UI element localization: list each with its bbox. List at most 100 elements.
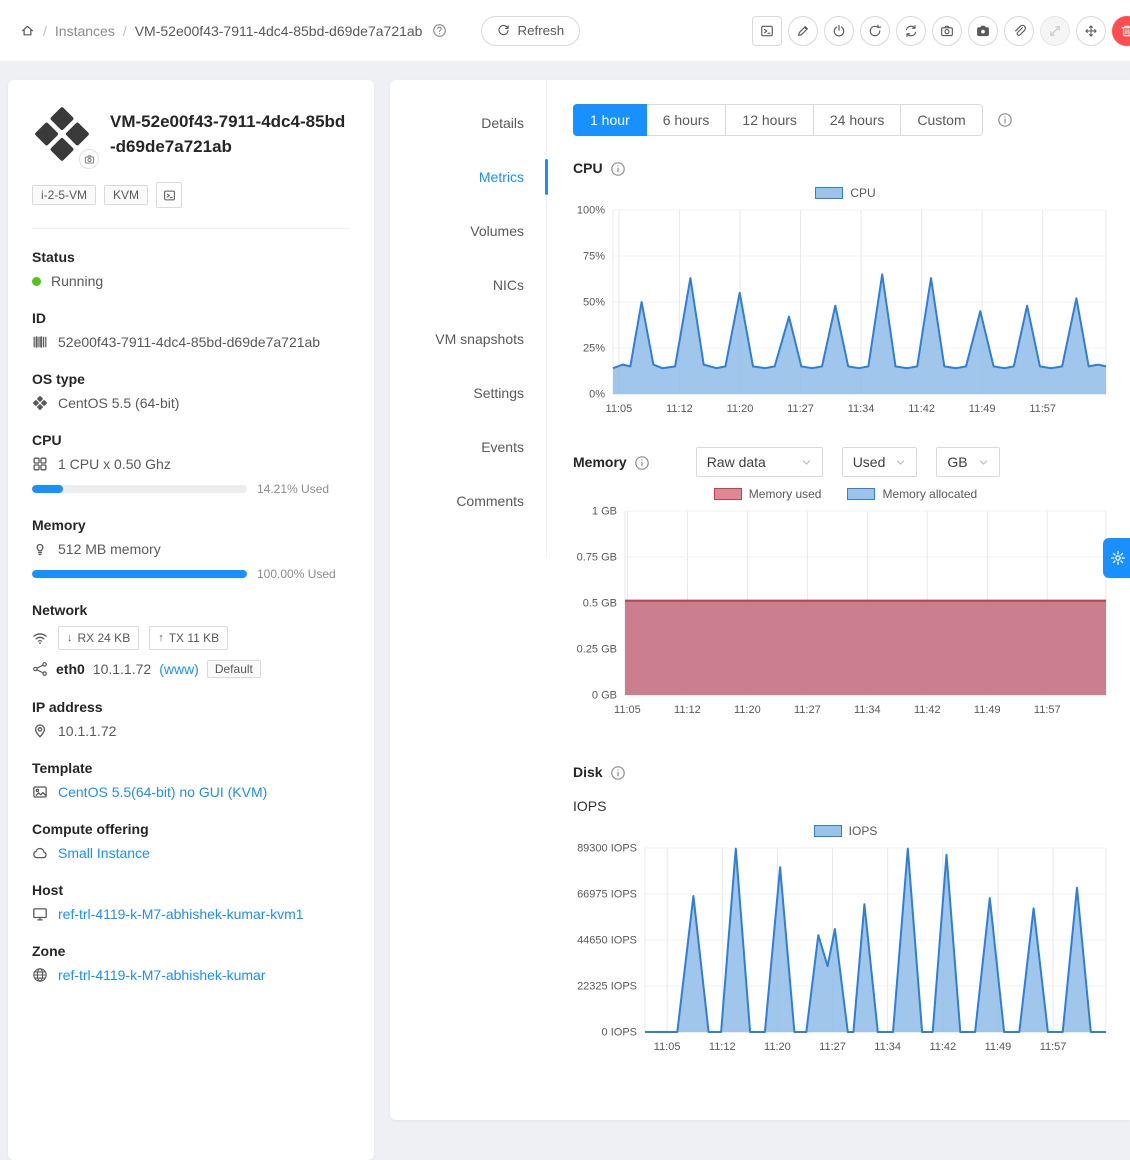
cpu-icon xyxy=(32,456,48,472)
rx-button[interactable]: ↓RX 24 KB xyxy=(58,626,139,650)
time-range-24-hours[interactable]: 24 hours xyxy=(813,104,901,136)
status-dot xyxy=(32,277,41,286)
rx-value: RX 24 KB xyxy=(78,631,131,645)
info-icon[interactable] xyxy=(610,765,625,780)
svg-text:11:20: 11:20 xyxy=(764,1041,791,1053)
svg-text:11:05: 11:05 xyxy=(606,403,633,415)
memory-chart-canvas: 0 GB0.25 GB0.5 GB0.75 GB1 GB11:0511:1211… xyxy=(573,503,1110,721)
console-icon xyxy=(163,189,176,202)
tab-details[interactable]: Details xyxy=(390,96,546,150)
view-console-button[interactable] xyxy=(752,16,782,46)
cloud-icon xyxy=(32,845,48,861)
svg-text:11:34: 11:34 xyxy=(848,403,875,415)
migrate-instance-button[interactable] xyxy=(1040,16,1070,46)
attach-iso-button[interactable] xyxy=(1004,16,1034,46)
memory-usage-label: 100.00% Used xyxy=(257,567,336,581)
take-snapshot-button[interactable] xyxy=(932,16,962,46)
info-icon[interactable] xyxy=(634,455,649,470)
action-toolbar xyxy=(752,16,1130,46)
time-range-custom[interactable]: Custom xyxy=(900,104,982,136)
question-circle-icon[interactable] xyxy=(432,23,447,38)
tx-button[interactable]: ↑TX 11 KB xyxy=(149,626,228,650)
theme-settings-button[interactable] xyxy=(1103,538,1130,578)
breadcrumb-separator: / xyxy=(123,23,127,39)
svg-text:0.5 GB: 0.5 GB xyxy=(583,598,617,610)
svg-text:25%: 25% xyxy=(583,343,605,355)
tab-volumes[interactable]: Volumes xyxy=(390,204,546,258)
cpu-chart: CPU0%25%50%75%100%11:0511:1211:2011:2711… xyxy=(573,186,1118,423)
memory-usage-bar xyxy=(32,570,247,578)
cpu-section: CPU CPU0%25%50%75%100%11:0511:1211:2011:… xyxy=(573,160,1118,423)
zone-link[interactable]: ref-trl-4119-k-M7-abhishek-kumar xyxy=(58,967,265,983)
cpu-usage-fill xyxy=(32,485,63,493)
time-range-12-hours[interactable]: 12 hours xyxy=(725,104,813,136)
svg-text:0.75 GB: 0.75 GB xyxy=(577,552,617,564)
network-link[interactable]: (www) xyxy=(159,661,199,677)
svg-text:11:27: 11:27 xyxy=(787,403,814,415)
host-link[interactable]: ref-trl-4119-k-M7-abhishek-kumar-kvm1 xyxy=(58,906,304,922)
reinstall-instance-button[interactable] xyxy=(896,16,926,46)
zone-label: Zone xyxy=(32,943,350,959)
ip-value: 10.1.1.72 xyxy=(58,723,116,739)
os-type-value: CentOS 5.5 (64-bit) xyxy=(58,395,179,411)
take-vm-snapshot-button[interactable] xyxy=(968,16,998,46)
stop-instance-button[interactable] xyxy=(824,16,854,46)
compute-offering-label: Compute offering xyxy=(32,821,350,837)
os-type-field: OS type CentOS 5.5 (64-bit) xyxy=(32,371,350,411)
time-range-group: 1 hour6 hours12 hours24 hoursCustom xyxy=(573,104,983,136)
tab-events[interactable]: Events xyxy=(390,420,546,474)
move-instance-button[interactable] xyxy=(1076,16,1106,46)
refresh-button[interactable]: Refresh xyxy=(481,16,580,46)
home-icon[interactable] xyxy=(20,23,35,38)
svg-text:11:42: 11:42 xyxy=(914,704,941,716)
breadcrumb-instances[interactable]: Instances xyxy=(55,23,115,39)
gear-icon xyxy=(1110,550,1126,566)
svg-text:75%: 75% xyxy=(583,251,605,263)
svg-text:11:42: 11:42 xyxy=(929,1041,956,1053)
svg-text:44650 IOPS: 44650 IOPS xyxy=(577,935,637,947)
chevron-down-icon xyxy=(978,457,989,468)
tab-nics[interactable]: NICs xyxy=(390,258,546,312)
reboot-instance-button[interactable] xyxy=(860,16,890,46)
cpu-usage-bar xyxy=(32,485,247,493)
memory-mode-select[interactable]: Used xyxy=(842,447,918,477)
svg-text:1 GB: 1 GB xyxy=(592,506,617,518)
tab-settings[interactable]: Settings xyxy=(390,366,546,420)
view-console-chip-button[interactable] xyxy=(156,182,182,208)
nic-name: eth0 xyxy=(56,661,85,677)
instance-summary-card: VM-52e00f43-7911-4dc4-85bd-d69de7a721ab … xyxy=(8,80,374,1160)
svg-text:11:57: 11:57 xyxy=(1034,704,1061,716)
desktop-icon xyxy=(32,906,48,922)
memory-metric-select[interactable]: Raw data xyxy=(696,447,823,477)
time-range-1-hour[interactable]: 1 hour xyxy=(573,104,647,136)
memory-unit-select[interactable]: GB xyxy=(936,447,999,477)
cpu-field: CPU 1 CPU x 0.50 Ghz 14.21% Used xyxy=(32,432,350,496)
edit-button[interactable] xyxy=(788,16,818,46)
destroy-instance-button[interactable] xyxy=(1112,16,1130,46)
template-link[interactable]: CentOS 5.5(64-bit) no GUI (KVM) xyxy=(58,784,267,800)
svg-text:89300 IOPS: 89300 IOPS xyxy=(577,843,637,855)
instance-internal-name-tag: i-2-5-VM xyxy=(32,185,96,205)
time-range-6-hours[interactable]: 6 hours xyxy=(646,104,727,136)
tab-metrics[interactable]: Metrics xyxy=(390,150,546,204)
compute-offering-link[interactable]: Small Instance xyxy=(58,845,150,861)
cpu-section-title: CPU xyxy=(573,160,603,176)
iops-legend: IOPS xyxy=(573,824,1118,838)
camera-badge-icon[interactable] xyxy=(79,149,99,169)
svg-text:50%: 50% xyxy=(583,297,605,309)
host-field: Host ref-trl-4119-k-M7-abhishek-kumar-kv… xyxy=(32,882,350,922)
ip-label: IP address xyxy=(32,699,350,715)
cpu-chart-canvas: 0%25%50%75%100%11:0511:1211:2011:2711:34… xyxy=(573,202,1110,420)
tab-vm-snapshots[interactable]: VM snapshots xyxy=(390,312,546,366)
svg-text:11:34: 11:34 xyxy=(874,1041,901,1053)
memory-usage-fill xyxy=(32,570,247,578)
svg-text:0.25 GB: 0.25 GB xyxy=(577,644,617,656)
wifi-icon xyxy=(32,630,48,646)
info-icon[interactable] xyxy=(610,161,625,176)
globe-icon xyxy=(32,967,48,983)
svg-text:11:27: 11:27 xyxy=(819,1041,846,1053)
info-icon[interactable] xyxy=(997,112,1013,128)
tab-comments[interactable]: Comments xyxy=(390,474,546,528)
memory-field: Memory 512 MB memory 100.00% Used xyxy=(32,517,350,581)
refresh-label: Refresh xyxy=(517,23,564,38)
